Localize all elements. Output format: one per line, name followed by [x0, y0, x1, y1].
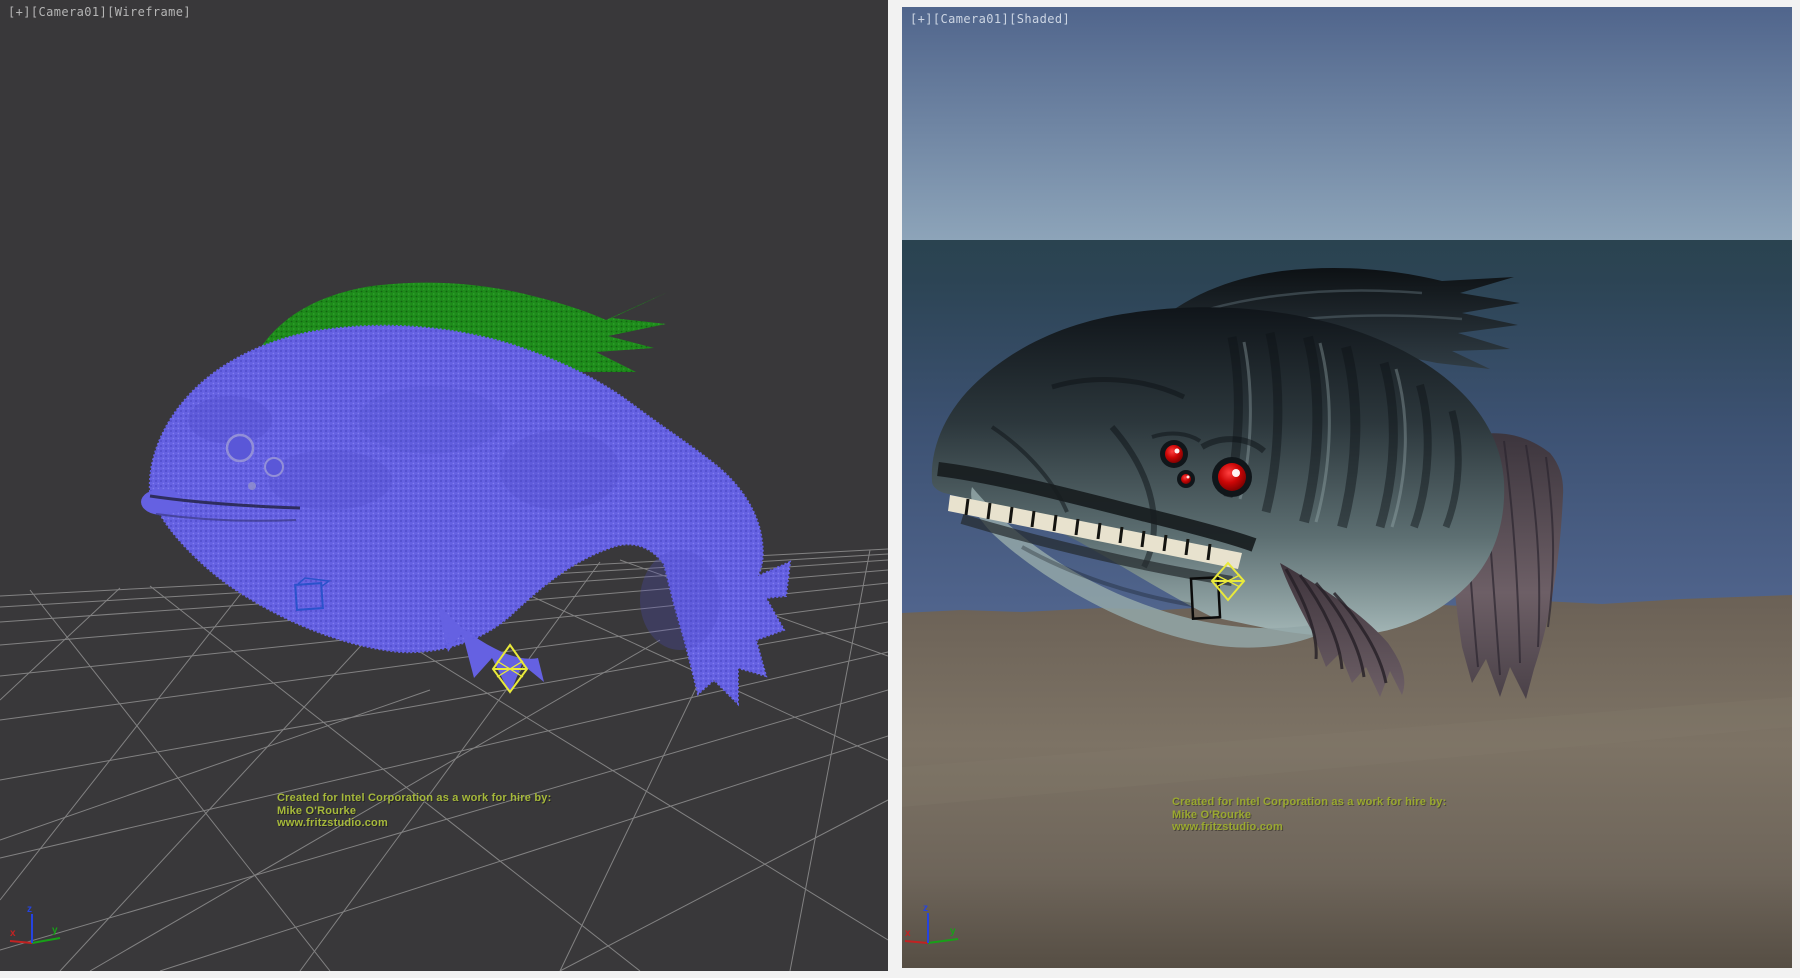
viewport-shaded[interactable]: [+][Camera01][Shaded] Created for Intel …: [902, 7, 1792, 968]
y-axis-label: y: [950, 926, 956, 937]
x-axis-label: x: [10, 928, 16, 939]
x-axis-label: x: [905, 928, 911, 939]
viewport-label-shaded[interactable]: [+][Camera01][Shaded]: [910, 12, 1070, 26]
fish-snout-lip: [141, 489, 183, 515]
fish-model-wireframe[interactable]: [141, 326, 790, 704]
world-axis-tripod: x y z: [902, 903, 982, 968]
watermark-line-2: Mike O'Rourke: [1172, 809, 1446, 822]
world-axis-tripod: x y z: [0, 903, 80, 971]
watermark-line-1: Created for Intel Corporation as a work …: [1172, 796, 1446, 809]
watermark-line-3: www.fritzstudio.com: [1172, 821, 1446, 834]
viewport-label-wireframe[interactable]: [+][Camera01][Wireframe]: [8, 5, 191, 19]
watermark-line-3: www.fritzstudio.com: [277, 817, 551, 830]
sky-background: [902, 7, 1792, 240]
y-axis: [928, 939, 958, 943]
viewport-wireframe[interactable]: [+][Camera01][Wireframe] Created for Int…: [0, 0, 888, 971]
y-axis-label: y: [52, 925, 58, 936]
y-axis: [32, 938, 60, 943]
watermark-line-1: Created for Intel Corporation as a work …: [277, 792, 551, 805]
x-axis: [10, 941, 32, 943]
fish-eye-medium: [1165, 445, 1183, 463]
fish-eye-large: [1218, 463, 1246, 491]
fish-eye-small: [1181, 474, 1191, 484]
z-axis-label: z: [27, 904, 32, 915]
watermark-line-2: Mike O'Rourke: [277, 805, 551, 818]
watermark: Created for Intel Corporation as a work …: [277, 792, 551, 830]
z-axis-label: z: [923, 903, 928, 914]
x-axis: [905, 941, 928, 943]
watermark: Created for Intel Corporation as a work …: [1172, 796, 1446, 834]
